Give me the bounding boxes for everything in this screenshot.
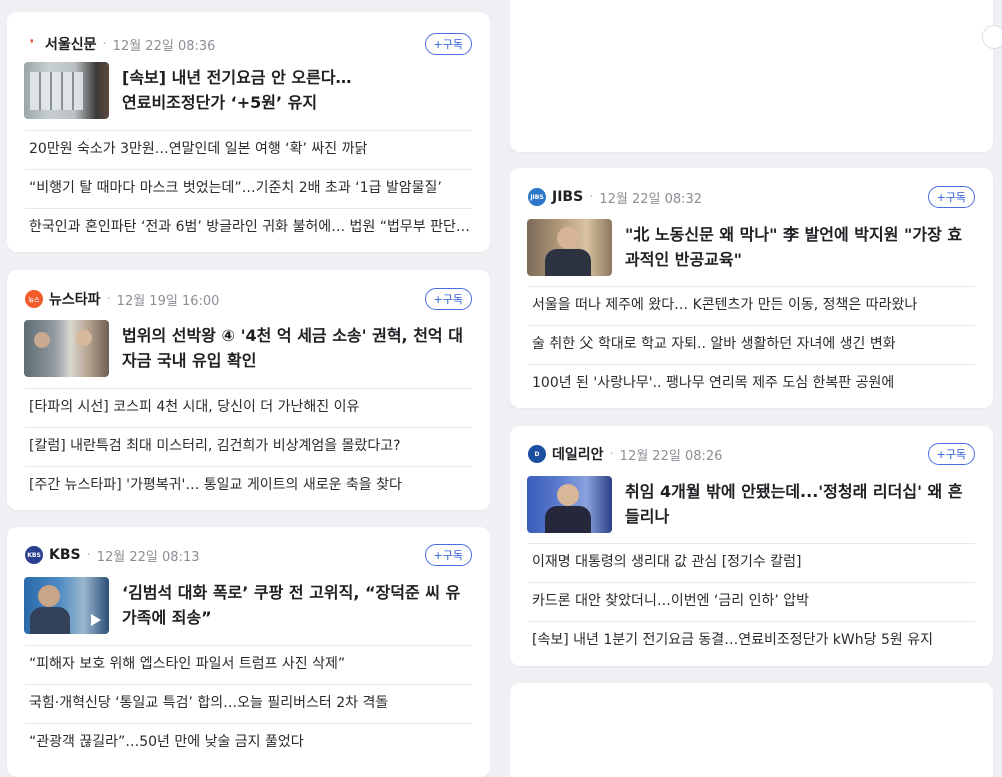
separator: · <box>106 291 111 307</box>
card-header: D 데일리안 · 12월 22일 08:26 +구독 <box>528 442 975 466</box>
list-item[interactable]: 술 취한 父 학대로 학교 자퇴.. 알바 생활하던 자녀에 생긴 변화 <box>528 325 975 364</box>
lead-title[interactable]: [속보] 내년 전기요금 안 오른다… 연료비조정단가 ‘+5원’ 유지 <box>122 62 352 120</box>
lead-thumbnail[interactable] <box>24 577 109 634</box>
press-name[interactable]: 데일리안 <box>552 444 604 464</box>
subscribe-button[interactable]: +구독 <box>424 544 472 566</box>
list-item[interactable]: 한국인과 혼인파탄 ‘전과 6범’ 방글라인 귀화 불허에… 법원 “법무부 판… <box>25 208 472 247</box>
card-header: KBS KBS · 12월 22일 08:13 +구독 <box>25 543 472 567</box>
list-item[interactable]: 카드론 대안 찾았더니…이번엔 ‘금리 인하’ 압박 <box>528 582 975 621</box>
lead-title[interactable]: 취임 4개월 밖에 안됐는데...'정청래 리더십' 왜 흔들리나 <box>625 476 975 534</box>
press-time: 12월 22일 08:36 <box>112 38 216 54</box>
list-item[interactable]: “비행기 탈 때마다 마스크 벗었는데”…기준치 2배 초과 ‘1급 발암물질’ <box>25 169 472 208</box>
play-icon[interactable] <box>91 614 101 626</box>
blank-card-top <box>510 0 993 152</box>
separator: · <box>609 446 614 462</box>
subscribe-button[interactable]: +구독 <box>424 288 472 310</box>
lead-title[interactable]: ‘김범석 대화 폭로’ 쿠팡 전 고위직, “장덕준 씨 유가족에 죄송” <box>122 577 472 635</box>
lead-thumbnail[interactable] <box>527 476 612 533</box>
list-item[interactable]: [칼럼] 내란특검 최대 미스터리, 김건희가 비상계엄을 몰랐다고? <box>25 427 472 466</box>
seoul-logo-icon: ❜ <box>29 37 35 51</box>
news-card-jibs: JIBS JIBS · 12월 22일 08:32 +구독 "北 노동신문 왜 … <box>510 168 993 408</box>
kbs-logo-icon: KBS <box>25 546 43 564</box>
article-list: “피해자 보호 위해 엡스타인 파일서 트럼프 사진 삭제” 국힘·개혁신당 ‘… <box>25 645 472 762</box>
article-list: 서울을 떠나 제주에 왔다… K콘텐츠가 만든 이동, 정책은 따라왔나 술 취… <box>528 286 975 403</box>
press-name[interactable]: 뉴스타파 <box>49 289 101 309</box>
lead-article[interactable]: 법위의 선박왕 ④ '4천 억 세금 소송' 권혁, 천억 대 자금 국내 유입… <box>24 320 472 378</box>
article-list: [타파의 시선] 코스피 4천 시대, 당신이 더 가난해진 이유 [칼럼] 내… <box>25 388 472 505</box>
press-name[interactable]: 서울신문 <box>45 34 97 54</box>
lead-title[interactable]: 법위의 선박왕 ④ '4천 억 세금 소송' 권혁, 천억 대 자금 국내 유입… <box>122 320 472 378</box>
lead-article[interactable]: ‘김범석 대화 폭로’ 쿠팡 전 고위직, “장덕준 씨 유가족에 죄송” <box>24 577 472 635</box>
separator: · <box>589 189 594 205</box>
news-card-seoul: ❜ 서울신문 · 12월 22일 08:36 +구독 [속보] 내년 전기요금 … <box>7 12 490 252</box>
card-header: ❜ 서울신문 · 12월 22일 08:36 +구독 <box>25 32 472 56</box>
subscribe-button[interactable]: +구독 <box>424 33 472 55</box>
list-item[interactable]: 20만원 숙소가 3만원…연말인데 일본 여행 ‘확’ 싸진 까닭 <box>25 130 472 169</box>
press-name[interactable]: KBS <box>49 547 81 563</box>
lead-article[interactable]: "北 노동신문 왜 막나" 李 발언에 박지원 "가장 효과적인 반공교육" <box>527 219 975 277</box>
lead-thumbnail[interactable] <box>24 62 109 119</box>
card-header: 뉴스 뉴스타파 · 12월 19일 16:00 +구독 <box>25 287 472 311</box>
article-list: 20만원 숙소가 3만원…연말인데 일본 여행 ‘확’ 싸진 까닭 “비행기 탈… <box>25 130 472 247</box>
lead-thumbnail[interactable] <box>24 320 109 377</box>
press-time: 12월 22일 08:26 <box>619 448 723 464</box>
separator: · <box>86 547 91 563</box>
list-item[interactable]: [속보] 내년 1분기 전기요금 동결…연료비조정단가 kWh당 5원 유지 <box>528 621 975 660</box>
subscribe-button[interactable]: +구독 <box>927 443 975 465</box>
lead-thumbnail[interactable] <box>527 219 612 276</box>
list-item[interactable]: 국힘·개혁신당 ‘통일교 특검’ 합의…오늘 필리버스터 2차 격돌 <box>25 684 472 723</box>
jibs-logo-icon: JIBS <box>528 188 546 206</box>
card-header: JIBS JIBS · 12월 22일 08:32 +구독 <box>528 185 975 209</box>
press-time: 12월 22일 08:32 <box>599 191 703 207</box>
list-item[interactable]: [주간 뉴스타파] '가평복귀'… 통일교 게이트의 새로운 축을 찾다 <box>25 466 472 505</box>
press-name[interactable]: JIBS <box>552 189 583 205</box>
newstapa-logo-icon: 뉴스 <box>25 290 43 308</box>
list-item[interactable]: 100년 된 '사랑나무'.. 팽나무 연리목 제주 도심 한복판 공원에 <box>528 364 975 403</box>
list-item[interactable]: 이재명 대통령의 생리대 값 관심 [정기수 칼럼] <box>528 543 975 582</box>
lead-article[interactable]: 취임 4개월 밖에 안됐는데...'정청래 리더십' 왜 흔들리나 <box>527 476 975 534</box>
list-item[interactable]: “피해자 보호 위해 엡스타인 파일서 트럼프 사진 삭제” <box>25 645 472 684</box>
scroll-next-icon[interactable] <box>982 25 1002 49</box>
news-card-dailian: D 데일리안 · 12월 22일 08:26 +구독 취임 4개월 밖에 안됐는… <box>510 426 993 666</box>
list-item[interactable]: 서울을 떠나 제주에 왔다… K콘텐츠가 만든 이동, 정책은 따라왔나 <box>528 286 975 325</box>
news-card-kbs: KBS KBS · 12월 22일 08:13 +구독 ‘김범석 대화 폭로’ … <box>7 527 490 777</box>
list-item[interactable]: “관광객 끊길라”…50년 만에 낮술 금지 풀었다 <box>25 723 472 762</box>
subscribe-button[interactable]: +구독 <box>927 186 975 208</box>
separator: · <box>102 36 107 52</box>
press-time: 12월 22일 08:13 <box>96 549 200 565</box>
press-time: 12월 19일 16:00 <box>116 293 220 309</box>
news-card-newstapa: 뉴스 뉴스타파 · 12월 19일 16:00 +구독 법위의 선박왕 ④ '4… <box>7 270 490 510</box>
lead-title[interactable]: "北 노동신문 왜 막나" 李 발언에 박지원 "가장 효과적인 반공교육" <box>625 219 975 277</box>
lead-article[interactable]: [속보] 내년 전기요금 안 오른다… 연료비조정단가 ‘+5원’ 유지 <box>24 62 472 120</box>
list-item[interactable]: [타파의 시선] 코스피 4천 시대, 당신이 더 가난해진 이유 <box>25 388 472 427</box>
blank-card-bottom <box>510 683 993 777</box>
dailian-logo-icon: D <box>528 445 546 463</box>
article-list: 이재명 대통령의 생리대 값 관심 [정기수 칼럼] 카드론 대안 찾았더니…이… <box>528 543 975 660</box>
